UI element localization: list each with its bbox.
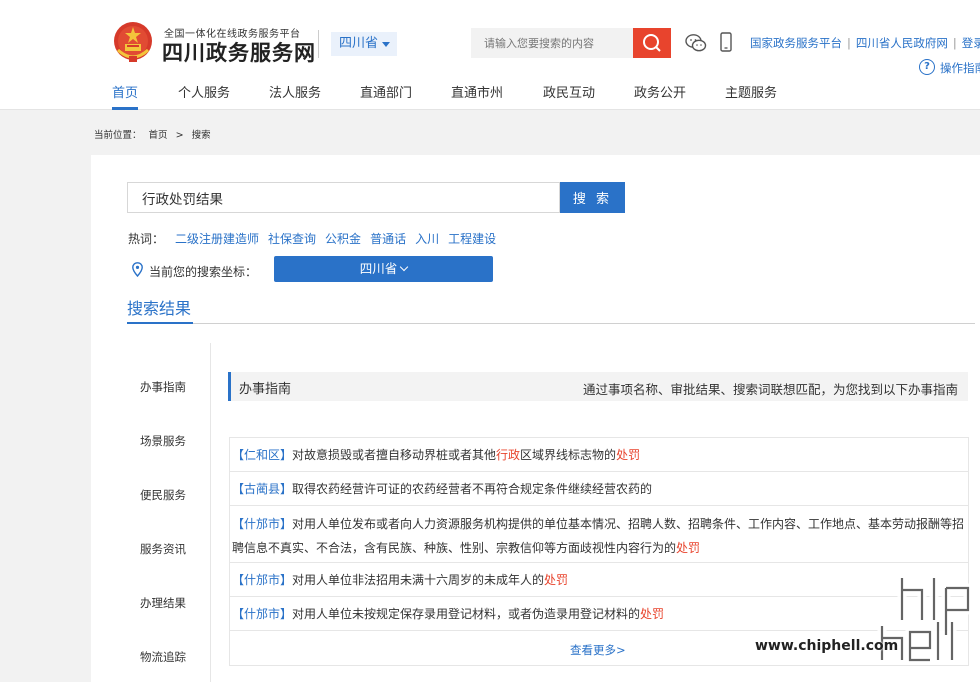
nav-corporate-services[interactable]: 法人服务	[269, 82, 321, 110]
nav-theme-services[interactable]: 主题服务	[725, 82, 777, 110]
view-more-link[interactable]: 查看更多>	[570, 642, 626, 658]
result-item[interactable]: 【古蔺县】取得农药经营许可证的农药经营者不再符合规定条件继续经营农药的	[230, 472, 968, 506]
category-news[interactable]: 服务资讯	[140, 541, 186, 557]
result-highlight: 处罚	[544, 573, 569, 587]
chevron-down-icon	[400, 262, 409, 272]
hot-word[interactable]: 社保查询	[268, 232, 316, 246]
result-region: 【仁和区】	[232, 448, 293, 462]
question-circle-icon[interactable]: ?	[919, 59, 935, 75]
wechat-icon[interactable]	[685, 33, 707, 53]
location-pin-icon	[132, 262, 143, 277]
category-results[interactable]: 办理结果	[140, 595, 186, 611]
search-button[interactable]: 搜 索	[560, 182, 625, 213]
header-search-button[interactable]	[633, 28, 671, 58]
location-dropdown[interactable]: 四川省	[274, 256, 493, 282]
link-national-platform[interactable]: 国家政务服务平台	[750, 36, 842, 50]
breadcrumb: 当前位置： 首页 > 搜索	[94, 127, 211, 141]
hot-words-label: 热词：	[128, 232, 165, 246]
guide-description: 通过事项名称、审批结果、搜索词联想匹配，为您找到以下办事指南	[582, 382, 958, 397]
nav-personal-services[interactable]: 个人服务	[178, 82, 230, 110]
hot-word[interactable]: 公积金	[325, 232, 361, 246]
top-links: 国家政务服务平台 | 四川省人民政府网 | 登录	[750, 35, 980, 51]
hot-word[interactable]: 普通话	[370, 232, 406, 246]
watermark-text: www.chiphell.com	[755, 638, 899, 654]
result-region: 【什邡市】	[232, 607, 293, 621]
nav-interaction[interactable]: 政民互动	[543, 82, 595, 110]
caret-down-icon	[382, 42, 390, 47]
result-text: 取得农药经营许可证的农药经营者不再符合规定条件继续经营农药的	[292, 482, 653, 496]
national-emblem-icon	[114, 22, 152, 62]
breadcrumb-home[interactable]: 首页	[149, 130, 168, 141]
brand-title[interactable]: 四川政务服务网	[162, 37, 316, 67]
link-separator: |	[952, 36, 957, 50]
brand-divider	[318, 30, 319, 58]
header-search	[471, 28, 671, 58]
breadcrumb-separator: >	[175, 130, 184, 141]
mobile-icon[interactable]	[720, 32, 732, 52]
search-input[interactable]	[127, 182, 560, 213]
nav-home[interactable]: 首页	[112, 82, 139, 110]
result-highlight: 处罚	[676, 541, 701, 555]
location-label: 当前您的搜索坐标：	[149, 265, 258, 279]
result-item[interactable]: 【什邡市】对用人单位发布或者向人力资源服务机构提供的单位基本情况、招聘人数、招聘…	[230, 506, 968, 563]
result-text: 对用人单位未按规定保存录用登记材料，或者伪造录用登记材料的	[292, 607, 641, 621]
result-highlight: 处罚	[616, 448, 641, 462]
category-guide[interactable]: 办事指南	[140, 379, 186, 395]
result-item[interactable]: 【仁和区】对故意损毁或者擅自移动界桩或者其他行政区域界线标志物的处罚	[230, 438, 968, 472]
guide-title: 办事指南	[239, 382, 292, 397]
nav-cities[interactable]: 直通市州	[451, 82, 503, 110]
nav-gov-affairs[interactable]: 政务公开	[634, 82, 686, 110]
result-highlight: 行政	[496, 448, 521, 462]
search-icon	[643, 34, 661, 52]
location-value: 四川省	[359, 261, 398, 276]
link-separator: |	[847, 36, 851, 50]
result-text: 对用人单位发布或者向人力资源服务机构提供的单位基本情况、招聘人数、招聘条件、工作…	[232, 517, 965, 555]
results-title-underline	[127, 322, 193, 324]
guide-header: 办事指南 通过事项名称、审批结果、搜索词联想匹配，为您找到以下办事指南	[228, 372, 968, 401]
category-logistics[interactable]: 物流追踪	[140, 649, 186, 665]
link-provincial-gov[interactable]: 四川省人民政府网	[856, 36, 948, 50]
result-text: 区域界线标志物的	[520, 448, 617, 462]
hot-word[interactable]: 二级注册建造师	[175, 232, 259, 246]
results-title-divider	[127, 323, 975, 324]
result-region: 【什邡市】	[232, 517, 293, 531]
category-scenario-services[interactable]: 场景服务	[140, 433, 186, 449]
result-region: 【古蔺县】	[232, 482, 293, 496]
province-dropdown[interactable]: 四川省	[331, 32, 397, 56]
hot-word[interactable]: 入川	[415, 232, 439, 246]
help-guide-link[interactable]: 操作指南	[940, 60, 980, 76]
breadcrumb-label: 当前位置：	[94, 130, 142, 141]
hot-words: 热词： 二级注册建造师 社保查询 公积金 普通话 入川 工程建设	[128, 230, 505, 247]
province-label: 四川省	[339, 36, 379, 51]
sidebar-divider	[210, 343, 211, 682]
hot-word[interactable]: 工程建设	[448, 232, 496, 246]
category-convenience-services[interactable]: 便民服务	[140, 487, 186, 503]
result-region: 【什邡市】	[232, 573, 293, 587]
results-title: 搜索结果	[127, 299, 192, 318]
nav-departments[interactable]: 直通部门	[360, 82, 412, 110]
result-highlight: 处罚	[640, 607, 665, 621]
header-search-input[interactable]	[471, 28, 633, 58]
login-link[interactable]: 登录	[962, 36, 980, 50]
site-header: 全国一体化在线政务服务平台 四川政务服务网 四川省 国家政务服务平台|四川省人民…	[0, 0, 980, 110]
result-text: 对故意损毁或者擅自移动界桩或者其他	[292, 448, 497, 462]
result-text: 对用人单位非法招用未满十六周岁的未成年人的	[292, 573, 545, 587]
breadcrumb-current: 搜索	[191, 130, 211, 141]
